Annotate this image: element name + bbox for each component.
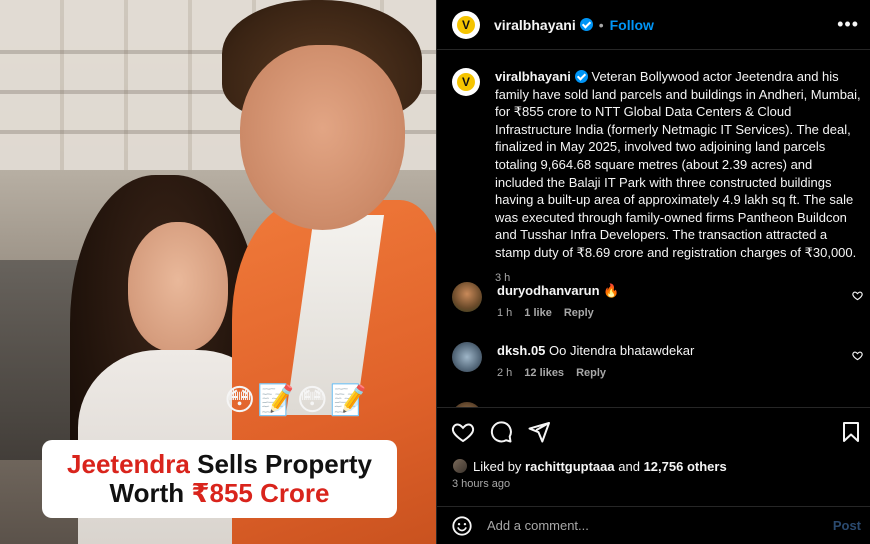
comment-likes[interactable]: 12 likes <box>524 367 564 379</box>
liked-by-middle: and <box>618 458 640 474</box>
post-timestamp[interactable]: 3 hours ago <box>452 478 510 490</box>
caption-amount: ₹855 Crore <box>191 478 330 508</box>
add-comment-bar: Post <box>437 506 870 544</box>
comment-text: Oo Jitendra bhatawdekar <box>549 343 695 358</box>
caption-prefix: Worth <box>109 478 192 508</box>
caption-avatar[interactable]: V <box>452 68 480 96</box>
commenter-avatar[interactable] <box>452 342 482 372</box>
comments-scroll-area[interactable]: V viralbhayani Veteran Bollywood actor J… <box>437 51 870 407</box>
comment-meta: 1 h 1 like Reply <box>497 307 619 319</box>
like-heart-icon[interactable] <box>451 420 475 444</box>
caption-username[interactable]: viralbhayani <box>495 69 571 84</box>
comment-time: 1 h <box>497 307 513 319</box>
post-side-panel: V viralbhayani • Follow ••• V viralbhaya… <box>436 0 870 544</box>
liked-by-user[interactable]: rachittguptaaa <box>525 459 615 474</box>
action-icons-row <box>451 420 551 444</box>
separator-dot: • <box>598 16 604 33</box>
brand-logo-icon: V <box>457 15 475 34</box>
post-comment-button[interactable]: Post <box>833 518 861 533</box>
like-comment-heart-icon[interactable] <box>852 350 863 361</box>
more-options-icon[interactable]: ••• <box>837 14 859 35</box>
caption-text-block: viralbhayani Veteran Bollywood actor Jee… <box>495 68 862 287</box>
liked-by-row: Liked by rachittguptaaa and 12,756 other… <box>452 458 727 474</box>
caption-rest: Sells Property <box>189 448 372 479</box>
reply-button[interactable]: Reply <box>576 367 606 379</box>
post-actions-section: Liked by rachittguptaaa and 12,756 other… <box>437 407 870 511</box>
liker-avatar[interactable] <box>452 458 468 474</box>
reply-button[interactable]: Reply <box>564 307 594 319</box>
verified-badge-icon <box>574 70 588 83</box>
share-send-icon[interactable] <box>527 420 551 444</box>
comment-body: dksh.05 Oo Jitendra bhatawdekar 2 h 12 l… <box>497 342 694 379</box>
likes-count[interactable]: 12,756 others <box>644 459 727 474</box>
comment-username[interactable]: duryodhanvarun <box>497 283 600 298</box>
image-caption-card: Jeetendra Sells Property Worth ₹855 Cror… <box>42 440 397 518</box>
caption-body: Veteran Bollywood actor Jeetendra and hi… <box>495 69 861 260</box>
woman-face <box>128 222 228 352</box>
comment-input[interactable] <box>487 518 817 533</box>
liked-by-prefix: Liked by <box>473 458 522 474</box>
post-header: V viralbhayani • Follow ••• <box>437 0 870 50</box>
caption-block: V viralbhayani Veteran Bollywood actor J… <box>452 68 862 287</box>
image-caption-line1: Jeetendra Sells Property <box>67 448 372 479</box>
comment-item: duryodhanvarun 🔥 1 h 1 like Reply <box>452 282 863 319</box>
man-face <box>240 45 405 230</box>
profile-avatar[interactable]: V <box>452 10 480 39</box>
comment-time: 2 h <box>497 367 513 379</box>
comment-meta: 2 h 12 likes Reply <box>497 367 694 379</box>
comment-item: dksh.05 Oo Jitendra bhatawdekar 2 h 12 l… <box>452 342 863 379</box>
comment-text: 🔥 <box>603 283 620 298</box>
follow-button[interactable]: Follow <box>610 17 654 33</box>
header-username[interactable]: viralbhayani <box>494 17 576 33</box>
verified-badge-icon <box>579 18 593 31</box>
emoji-smiley-icon[interactable] <box>451 515 473 537</box>
brand-logo-icon: V <box>457 73 475 91</box>
caption-name: Jeetendra <box>67 448 190 479</box>
save-bookmark-icon[interactable] <box>839 420 863 444</box>
commenter-avatar[interactable] <box>452 282 482 312</box>
comment-bubble-icon[interactable] <box>489 420 513 444</box>
image-caption-line2: Worth ₹855 Crore <box>109 478 330 508</box>
comment-body: duryodhanvarun 🔥 1 h 1 like Reply <box>497 282 619 319</box>
comment-likes[interactable]: 1 like <box>524 307 552 319</box>
emoji-overlay: 😳📝😳📝 <box>224 383 370 418</box>
post-image[interactable]: 😳📝😳📝 Jeetendra Sells Property Worth ₹855… <box>0 0 436 544</box>
like-comment-heart-icon[interactable] <box>852 290 863 301</box>
comment-username[interactable]: dksh.05 <box>497 343 545 358</box>
